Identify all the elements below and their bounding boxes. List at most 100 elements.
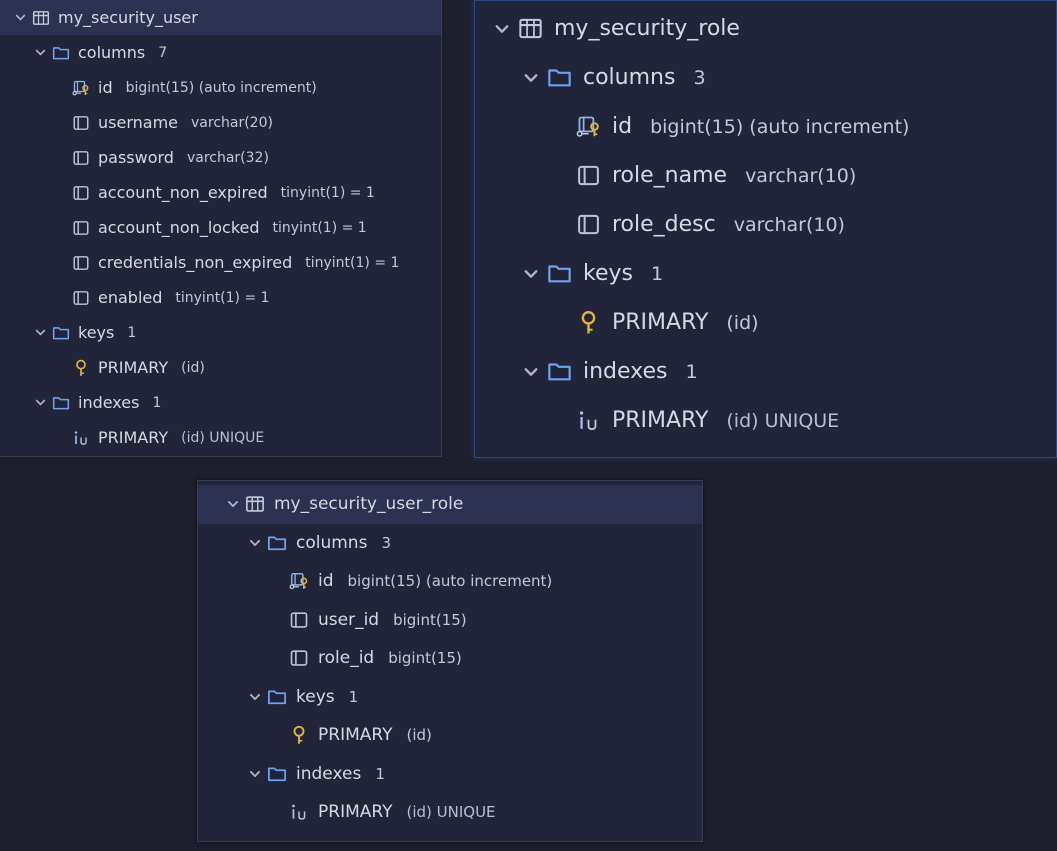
column-type: varchar(10)	[733, 213, 845, 236]
key-icon	[72, 359, 90, 377]
index-name: PRIMARY	[98, 428, 169, 447]
column-type: tinyint(1) = 1	[272, 219, 367, 236]
column-icon	[289, 648, 309, 668]
table-node[interactable]: my_security_role	[475, 4, 1056, 53]
chevron-down-icon[interactable]	[34, 326, 47, 339]
folder-label: keys	[78, 323, 115, 342]
columns-folder[interactable]: columns 3	[198, 524, 702, 563]
column-icon	[576, 212, 601, 237]
keys-count: 1	[650, 262, 664, 285]
columns-count: 7	[158, 44, 168, 61]
column-icon	[72, 254, 90, 272]
chevron-down-icon[interactable]	[226, 497, 240, 511]
column-item[interactable]: user_id bigint(15)	[198, 601, 702, 640]
column-name: role_name	[612, 163, 728, 188]
keys-count: 1	[127, 324, 137, 341]
folder-icon	[547, 65, 572, 90]
column-item[interactable]: id bigint(15) (auto increment)	[475, 102, 1056, 151]
table-icon	[518, 16, 543, 41]
key-item[interactable]: PRIMARY (id)	[0, 350, 441, 385]
key-name: PRIMARY	[318, 725, 393, 746]
column-type: tinyint(1) = 1	[305, 254, 400, 271]
column-item[interactable]: account_non_locked tinyint(1) = 1	[0, 210, 441, 245]
column-item[interactable]: credentials_non_expired tinyint(1) = 1	[0, 245, 441, 280]
chevron-down-icon[interactable]	[248, 536, 262, 550]
keys-folder[interactable]: keys 1	[0, 315, 441, 350]
folder-icon	[547, 359, 572, 384]
column-icon	[576, 163, 601, 188]
columns-folder[interactable]: columns 3	[475, 53, 1056, 102]
key-detail: (id)	[406, 726, 432, 745]
indexes-folder[interactable]: indexes 1	[0, 385, 441, 420]
folder-icon	[267, 533, 287, 553]
chevron-down-icon[interactable]	[248, 767, 262, 781]
column-name: account_non_locked	[98, 218, 260, 237]
column-type: tinyint(1) = 1	[280, 184, 375, 201]
key-item[interactable]: PRIMARY (id)	[198, 716, 702, 755]
column-item[interactable]: username varchar(20)	[0, 105, 441, 140]
column-item[interactable]: id bigint(15) (auto increment)	[0, 70, 441, 105]
column-type: varchar(10)	[745, 164, 857, 187]
folder-label: keys	[296, 686, 335, 707]
index-item[interactable]: PRIMARY (id) UNIQUE	[0, 420, 441, 455]
indexes-folder[interactable]: indexes 1	[475, 347, 1056, 396]
columns-folder[interactable]: columns 7	[0, 35, 441, 70]
column-icon	[72, 289, 90, 307]
column-type: bigint(15) (auto increment)	[347, 572, 553, 591]
columns-count: 3	[693, 66, 706, 89]
column-item[interactable]: enabled tinyint(1) = 1	[0, 280, 441, 315]
column-name: account_non_expired	[98, 183, 268, 202]
column-type: bigint(15) (auto increment)	[125, 79, 317, 96]
table-name: my_security_user_role	[274, 494, 464, 515]
index-item[interactable]: PRIMARY (id) UNIQUE	[475, 396, 1056, 445]
folder-icon	[52, 324, 70, 342]
chevron-down-icon[interactable]	[522, 363, 540, 381]
column-name: username	[98, 113, 178, 132]
column-type: varchar(20)	[191, 114, 273, 131]
chevron-down-icon[interactable]	[248, 690, 262, 704]
column-item[interactable]: role_desc varchar(10)	[475, 200, 1056, 249]
folder-icon	[267, 687, 287, 707]
chevron-down-icon[interactable]	[493, 20, 511, 38]
tree-panel-my-security-user: my_security_user columns 7 id bigint(15) (au…	[0, 0, 442, 457]
keys-folder[interactable]: keys 1	[475, 249, 1056, 298]
chevron-down-icon[interactable]	[522, 69, 540, 87]
index-name: PRIMARY	[318, 802, 393, 823]
folder-icon	[52, 394, 70, 412]
index-name: PRIMARY	[612, 408, 709, 433]
folder-label: columns	[583, 65, 676, 90]
indexes-folder[interactable]: indexes 1	[198, 755, 702, 794]
index-detail: (id) UNIQUE	[406, 803, 496, 822]
column-type: bigint(15)	[393, 610, 467, 629]
column-item[interactable]: password varchar(32)	[0, 140, 441, 175]
chevron-down-icon[interactable]	[522, 265, 540, 283]
folder-icon	[52, 44, 70, 62]
column-icon	[72, 149, 90, 167]
primary-key-column-icon	[576, 114, 601, 139]
table-node[interactable]: my_security_user_role	[198, 485, 702, 524]
column-type: tinyint(1) = 1	[175, 289, 270, 306]
chevron-down-icon[interactable]	[14, 11, 27, 24]
column-item[interactable]: account_non_expired tinyint(1) = 1	[0, 175, 441, 210]
key-item[interactable]: PRIMARY (id)	[475, 298, 1056, 347]
column-name: password	[98, 148, 174, 167]
column-item[interactable]: role_id bigint(15)	[198, 639, 702, 678]
column-name: id	[98, 78, 113, 97]
column-name: role_desc	[612, 212, 716, 237]
folder-label: columns	[296, 532, 368, 553]
column-name: user_id	[318, 609, 380, 630]
column-item[interactable]: role_name varchar(10)	[475, 151, 1056, 200]
column-item[interactable]: id bigint(15) (auto increment)	[198, 562, 702, 601]
indexes-count: 1	[685, 360, 698, 383]
chevron-down-icon[interactable]	[34, 396, 47, 409]
keys-folder[interactable]: keys 1	[198, 678, 702, 717]
table-name: my_security_role	[554, 16, 740, 41]
chevron-down-icon[interactable]	[34, 46, 47, 59]
column-name: id	[612, 114, 633, 139]
table-name: my_security_user	[58, 8, 198, 27]
column-name: credentials_non_expired	[98, 253, 293, 272]
table-node[interactable]: my_security_user	[0, 0, 441, 35]
key-name: PRIMARY	[98, 358, 169, 377]
key-detail: (id)	[181, 359, 205, 376]
index-item[interactable]: PRIMARY (id) UNIQUE	[198, 793, 702, 832]
